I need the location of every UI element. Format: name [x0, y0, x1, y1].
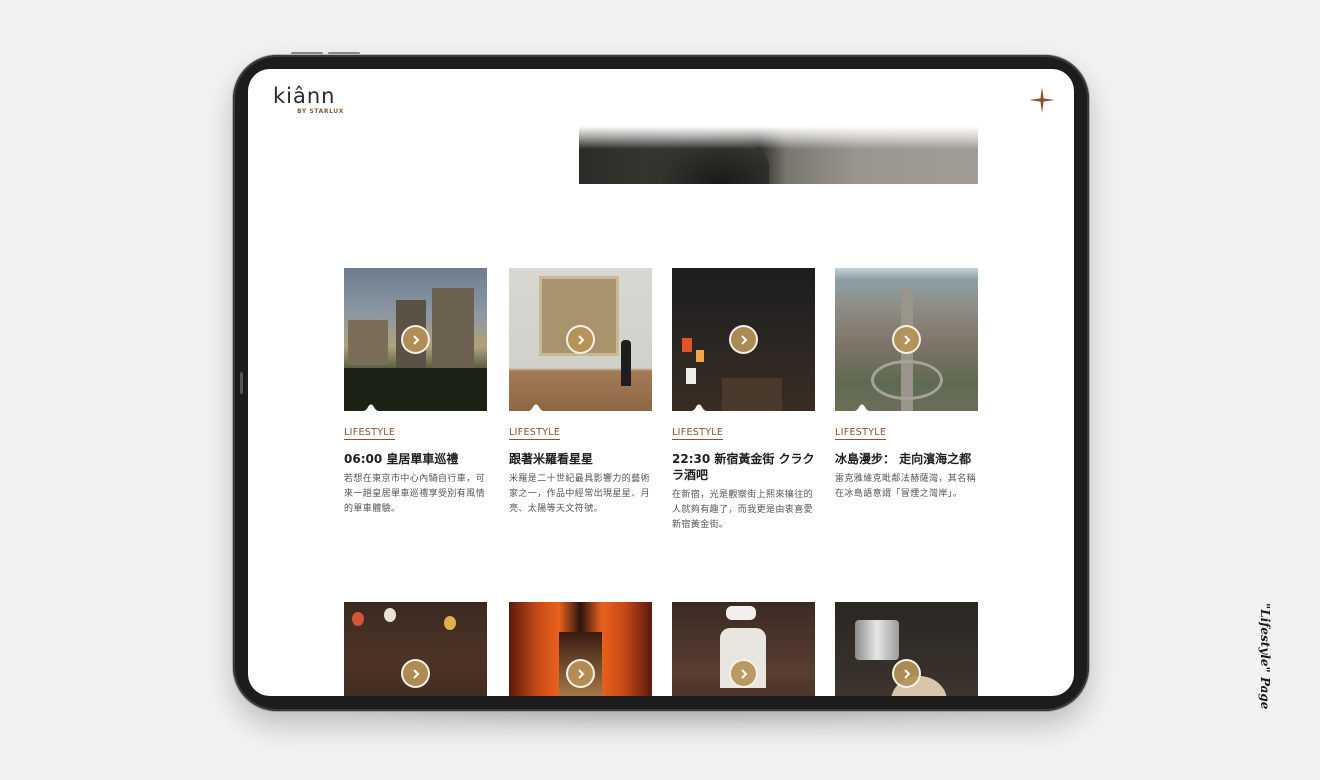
article-card[interactable]	[509, 602, 652, 696]
brand-subtitle: BY STARLUX	[297, 108, 344, 115]
article-thumbnail[interactable]	[672, 602, 815, 696]
lantern-shape	[384, 608, 396, 622]
play-button[interactable]	[566, 659, 595, 688]
card-notch	[854, 404, 870, 411]
device-side-button	[240, 372, 243, 394]
chevron-right-icon	[412, 334, 419, 345]
article-card[interactable]	[344, 602, 487, 696]
article-title[interactable]: 冰島漫步： 走向濱海之都	[835, 451, 978, 467]
article-card[interactable]: LIFESTYLE 跟著米羅看星星 米羅是二十世紀最具影響力的藝術家之一，作品中…	[509, 268, 652, 517]
article-card[interactable]: LIFESTYLE 22:30 新宿黃金街 クラクラ酒吧 在新宿，光是觀察街上熙…	[672, 268, 815, 533]
chevron-right-icon	[903, 668, 910, 679]
play-button[interactable]	[892, 659, 921, 688]
category-tag[interactable]: LIFESTYLE	[672, 427, 724, 440]
article-description: 在新宿，光是觀察街上熙來攘往的人就夠有趣了，而我更是由衷喜愛新宿黃金街。	[672, 490, 814, 530]
chevron-right-icon	[740, 334, 747, 345]
person-silhouette	[621, 340, 631, 386]
category-tag[interactable]: LIFESTYLE	[835, 427, 887, 440]
lantern-shape	[682, 338, 692, 352]
hero-image	[579, 126, 978, 184]
four-point-star-icon[interactable]	[1029, 87, 1055, 113]
article-title[interactable]: 跟著米羅看星星	[509, 451, 652, 467]
category-tag[interactable]: LIFESTYLE	[509, 427, 561, 440]
card-notch	[691, 404, 707, 411]
article-thumbnail[interactable]	[344, 268, 487, 411]
play-button[interactable]	[401, 659, 430, 688]
building-shape	[432, 288, 474, 368]
roundabout-shape	[871, 360, 943, 400]
hero-fade	[579, 126, 978, 184]
play-button[interactable]	[729, 659, 758, 688]
card-notch	[528, 404, 544, 411]
play-button[interactable]	[401, 325, 430, 354]
article-title[interactable]: 22:30 新宿黃金街 クラクラ酒吧	[672, 451, 815, 483]
article-thumbnail[interactable]	[344, 602, 487, 696]
play-button[interactable]	[729, 325, 758, 354]
category-tag[interactable]: LIFESTYLE	[344, 427, 396, 440]
sign-shape	[686, 368, 696, 384]
article-card[interactable]	[835, 602, 978, 696]
article-thumbnail[interactable]	[509, 602, 652, 696]
article-title[interactable]: 06:00 皇居單車巡禮	[344, 451, 487, 467]
chevron-right-icon	[740, 668, 747, 679]
article-description: 米羅是二十世紀最具影響力的藝術家之一，作品中經常出現星星、月亮、太陽等天文符號。	[509, 474, 651, 514]
building-shape	[348, 320, 388, 365]
article-thumbnail[interactable]	[672, 268, 815, 411]
article-description: 雷克雅維克毗鄰法赫薩灣，其名稱在冰島語意謂「冒煙之灣岸」。	[835, 474, 977, 499]
page-caption: "Lifestyle" Page	[1258, 603, 1272, 710]
chevron-right-icon	[903, 334, 910, 345]
article-thumbnail[interactable]	[835, 602, 978, 696]
article-card[interactable]: LIFESTYLE 06:00 皇居單車巡禮 若想在東京市中心內騎自行車，可來一…	[344, 268, 487, 517]
street-shape	[722, 378, 782, 411]
article-thumbnail[interactable]	[835, 268, 978, 411]
chevron-right-icon	[412, 668, 419, 679]
chef-hat-shape	[726, 606, 756, 620]
article-description: 若想在東京市中心內騎自行車，可來一趟皇居單車巡禮享受別有風情的單車體驗。	[344, 474, 486, 514]
card-notch	[363, 404, 379, 411]
article-card[interactable]: LIFESTYLE 冰島漫步： 走向濱海之都 雷克雅維克毗鄰法赫薩灣，其名稱在冰…	[835, 268, 978, 502]
milk-pitcher-shape	[855, 620, 899, 660]
play-button[interactable]	[892, 325, 921, 354]
brand-name: kiânn	[273, 84, 336, 108]
chevron-right-icon	[577, 334, 584, 345]
chevron-right-icon	[577, 668, 584, 679]
article-card[interactable]	[672, 602, 815, 696]
article-thumbnail[interactable]	[509, 268, 652, 411]
lantern-shape	[444, 616, 456, 630]
lantern-shape	[696, 350, 704, 362]
tablet-screen: kiânn BY STARLUX LIFESTYLE 06:00 皇居單車巡禮 …	[248, 69, 1074, 696]
brand-logo[interactable]: kiânn BY STARLUX	[273, 85, 353, 119]
lantern-shape	[352, 612, 364, 626]
play-button[interactable]	[566, 325, 595, 354]
